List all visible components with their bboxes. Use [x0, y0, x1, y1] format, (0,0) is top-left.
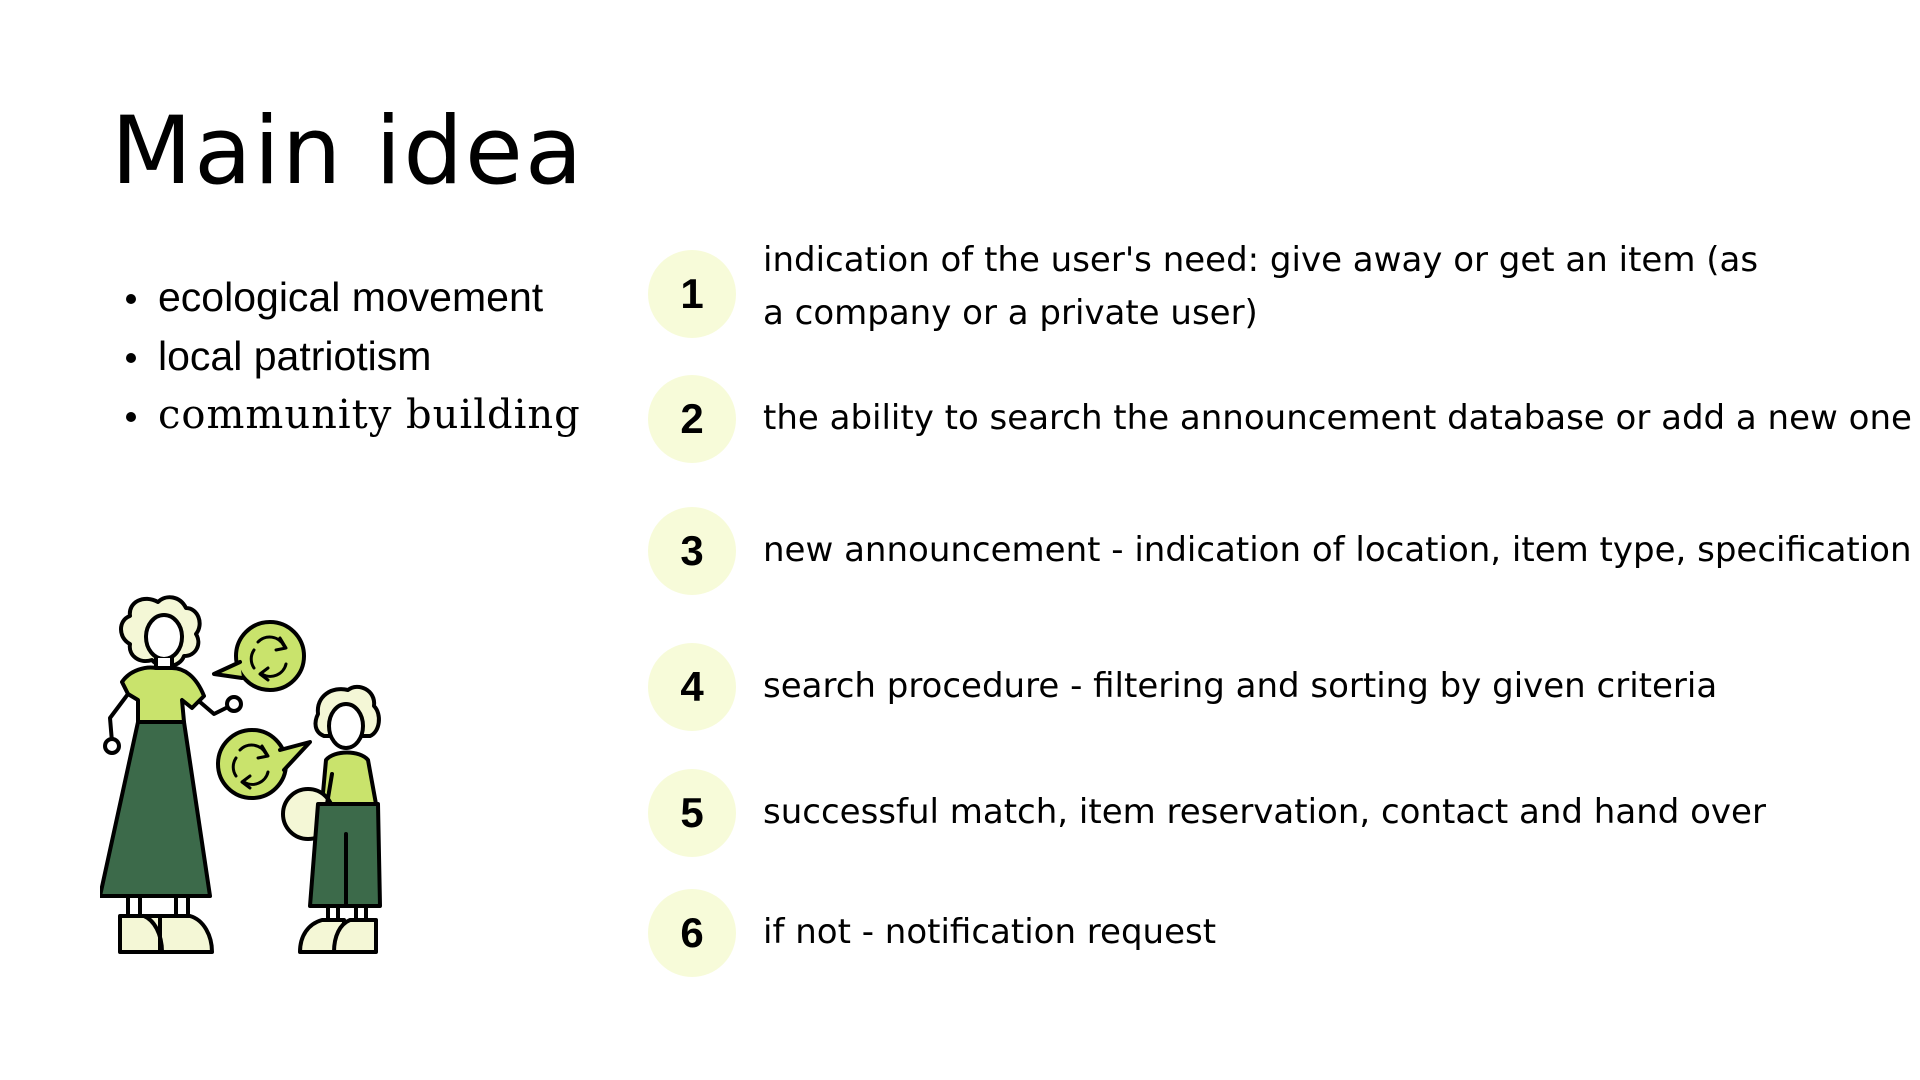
step-text-line: indication of the user's need: give away…	[763, 240, 1759, 280]
step-number-badge: 6	[648, 889, 736, 977]
step-text: the ability to search the announcement d…	[763, 392, 1912, 445]
step-number-badge: 2	[648, 375, 736, 463]
idea-bullet-list: ecological movement local patriotism com…	[122, 268, 581, 445]
slide-title: Main idea	[111, 97, 585, 206]
step-number-badge: 1	[648, 250, 736, 338]
step-text: if not - notification request	[763, 906, 1763, 959]
step-text: search procedure - filtering and sorting…	[763, 660, 1763, 713]
step-text: indication of the user's need: give away…	[763, 234, 1763, 340]
bullet-item: ecological movement	[122, 268, 581, 327]
step-number-badge: 5	[648, 769, 736, 857]
bullet-item: community building	[122, 386, 581, 445]
bullet-item: local patriotism	[122, 327, 581, 386]
step-number-badge: 3	[648, 507, 736, 595]
step-number-badge: 4	[648, 643, 736, 731]
mother-and-child-recycling-illustration	[100, 595, 382, 954]
step-text-line: successful match, item reservation, cont…	[763, 792, 1766, 832]
step-text-line: a company or a private user)	[763, 293, 1258, 333]
step-text-line: new announcement - indication of locatio…	[763, 530, 1912, 570]
step-text-line: the ability to search the announcement d…	[763, 398, 1912, 438]
step-text: new announcement - indication of locatio…	[763, 524, 1912, 577]
step-text: successful match, item reservation, cont…	[763, 786, 1766, 839]
step-text-line: search procedure - filtering and sorting…	[763, 666, 1718, 706]
step-text-line: if not - notification request	[763, 912, 1217, 952]
